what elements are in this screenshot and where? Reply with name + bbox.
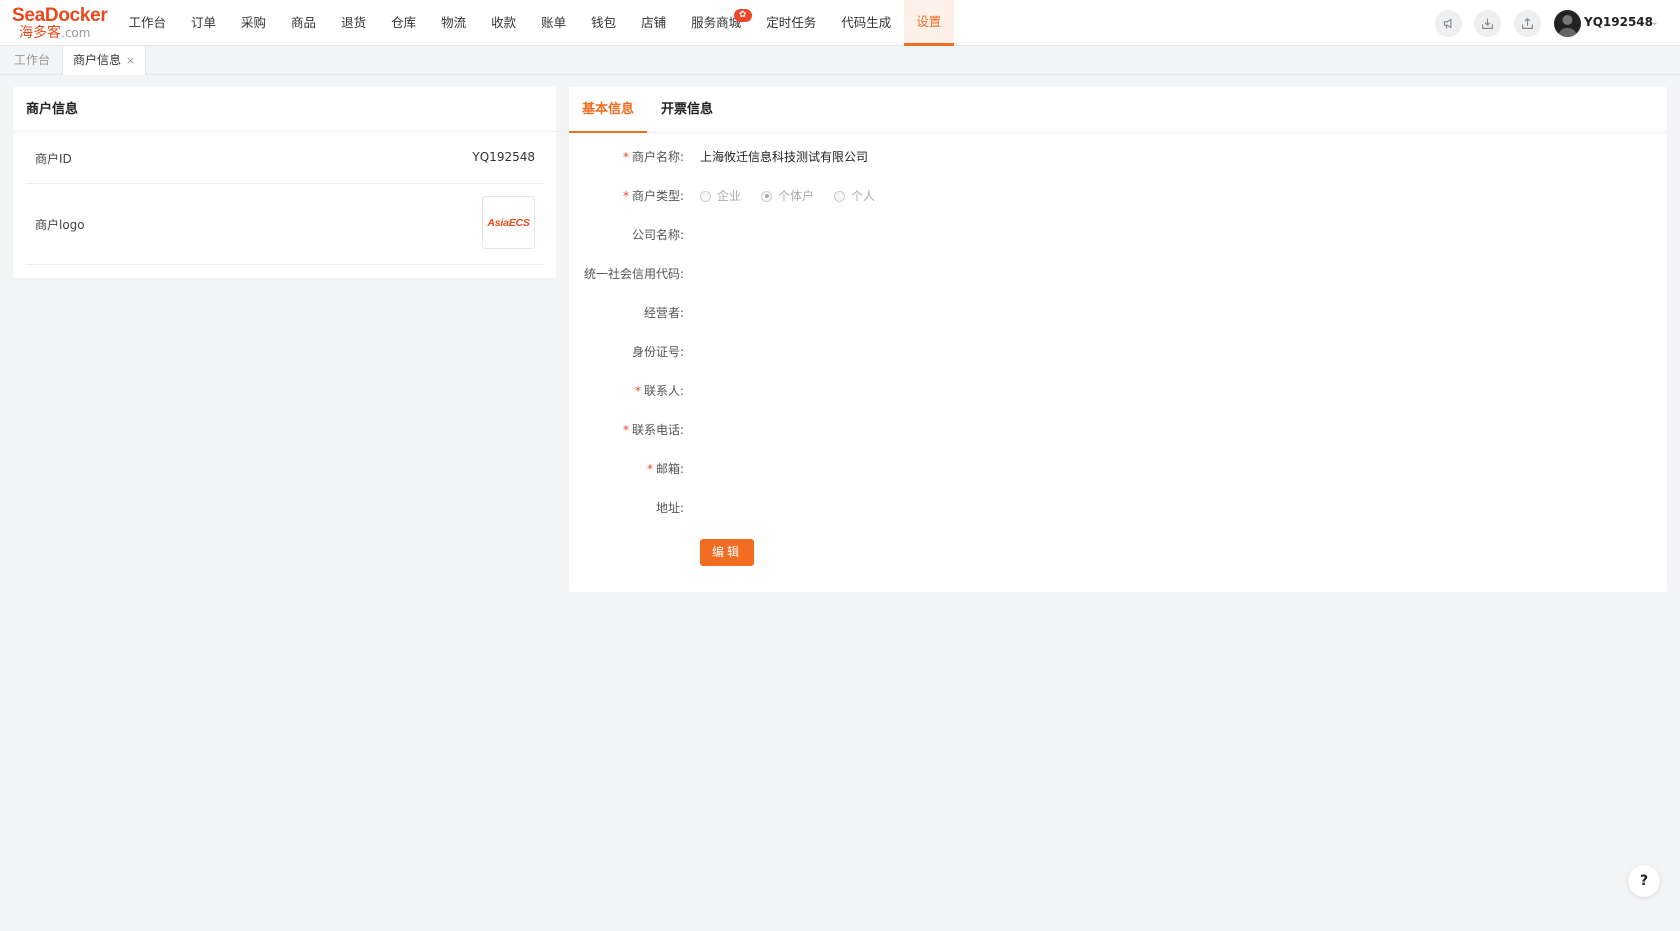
top-header: SeaDocker 海多客.com 工作台 订单 采购 商品 退货 仓库 物流 …	[0, 0, 1680, 46]
download-icon[interactable]	[1474, 10, 1501, 37]
main-nav: 工作台 订单 采购 商品 退货 仓库 物流 收款 账单 钱包 店铺 服务商城 ✿ …	[116, 0, 954, 46]
help-button[interactable]: ?	[1628, 865, 1660, 897]
avatar[interactable]	[1554, 10, 1581, 37]
form-row-phone: * 联系电话:	[622, 423, 684, 437]
new-badge: ✿	[733, 9, 752, 22]
merchant-name-value: 上海攸迁信息科技测试有限公司	[700, 150, 869, 164]
form-row-merchant-type: * 商户类型: 企业 个体户 个人	[569, 186, 1667, 206]
chevron-down-icon[interactable]	[1650, 17, 1659, 31]
email-label: 邮箱:	[655, 462, 684, 476]
nav-item-products[interactable]: 商品	[279, 0, 329, 46]
brand-name: SeaDocker	[12, 5, 108, 26]
nav-item-returns[interactable]: 退货	[329, 0, 379, 46]
user-name[interactable]: YQ192548	[1584, 15, 1653, 29]
merchant-logo-label: 商户logo	[35, 218, 85, 232]
credit-code-label: 统一社会信用代码:	[583, 267, 684, 281]
nav-item-settings[interactable]: 设置	[903, 0, 954, 46]
contact-label: 联系人:	[643, 384, 684, 398]
brand-chinese-name: 海多客	[19, 25, 61, 41]
merchant-id-row: 商户ID YQ192548	[26, 132, 543, 184]
merchant-id-value: YQ192548	[472, 150, 535, 164]
tab-basic-info[interactable]: 基本信息	[569, 87, 648, 133]
radio-individual[interactable]: 个人	[834, 186, 875, 206]
nav-item-wallet[interactable]: 钱包	[579, 0, 629, 46]
merchant-logo-text: AsiaECS	[487, 216, 530, 229]
tab-invoice-info[interactable]: 开票信息	[648, 87, 726, 133]
detail-tabs: 基本信息 开票信息	[569, 87, 1667, 133]
brand-logo[interactable]: SeaDocker 海多客.com	[12, 5, 108, 42]
announcement-icon[interactable]	[1435, 10, 1462, 37]
nav-item-stores[interactable]: 店铺	[629, 0, 679, 46]
phone-label: 联系电话:	[631, 423, 684, 437]
nav-item-scheduled-tasks[interactable]: 定时任务	[754, 0, 829, 46]
tab-merchant-info[interactable]: 商户信息 ×	[62, 46, 147, 75]
nav-item-code-gen[interactable]: 代码生成	[829, 0, 904, 46]
nav-item-warehouse[interactable]: 仓库	[379, 0, 429, 46]
close-icon[interactable]: ×	[126, 54, 135, 67]
upload-icon[interactable]	[1514, 10, 1541, 37]
address-label: 地址:	[655, 501, 684, 515]
form-row-merchant-name: * 商户名称: 上海攸迁信息科技测试有限公司	[569, 147, 1667, 167]
brand-domain: .com	[61, 26, 91, 40]
page-tabs: 工作台 商户信息 ×	[0, 46, 1680, 75]
merchant-id-label: 商户ID	[35, 152, 72, 166]
merchant-info-card: 商户信息 商户ID YQ192548 商户logo AsiaECS	[13, 87, 556, 278]
form-row-company-name: 公司名称:	[569, 225, 1667, 245]
form-row-id-number: 身份证号:	[569, 342, 1667, 362]
nav-item-orders[interactable]: 订单	[179, 0, 229, 46]
form-row-contact: * 联系人:	[634, 384, 684, 398]
nav-item-receipts[interactable]: 收款	[479, 0, 529, 46]
nav-item-workbench[interactable]: 工作台	[116, 0, 179, 46]
merchant-type-radio-group: 企业 个体户 个人	[700, 186, 895, 206]
operator-label: 经营者:	[643, 306, 684, 320]
card-title: 商户信息	[13, 87, 556, 132]
merchant-logo-image[interactable]: AsiaECS	[482, 196, 535, 249]
merchant-name-label: 商户名称:	[631, 150, 684, 164]
nav-item-bills[interactable]: 账单	[529, 0, 579, 46]
merchant-logo-row: 商户logo AsiaECS	[26, 184, 543, 265]
radio-enterprise[interactable]: 企业	[700, 186, 741, 206]
nav-item-purchase[interactable]: 采购	[229, 0, 279, 46]
radio-individual-business[interactable]: 个体户	[761, 186, 814, 206]
merchant-detail-card: 基本信息 开票信息 * 商户名称: 上海攸迁信息科技测试有限公司 * 商户类型: 企…	[569, 87, 1667, 592]
merchant-type-label: 商户类型:	[631, 189, 684, 203]
form-row-email: * 邮箱:	[646, 462, 684, 476]
edit-button[interactable]: 编辑	[700, 539, 754, 566]
nav-item-service-mall[interactable]: 服务商城 ✿	[679, 0, 754, 46]
form-row-address: 地址:	[569, 498, 1667, 518]
nav-item-logistics[interactable]: 物流	[429, 0, 479, 46]
tab-workbench[interactable]: 工作台	[4, 46, 60, 75]
company-name-label: 公司名称:	[631, 228, 684, 242]
id-number-label: 身份证号:	[631, 345, 684, 359]
form-row-operator: 经营者:	[569, 303, 1667, 323]
form-row-credit-code: 统一社会信用代码:	[569, 264, 1667, 284]
